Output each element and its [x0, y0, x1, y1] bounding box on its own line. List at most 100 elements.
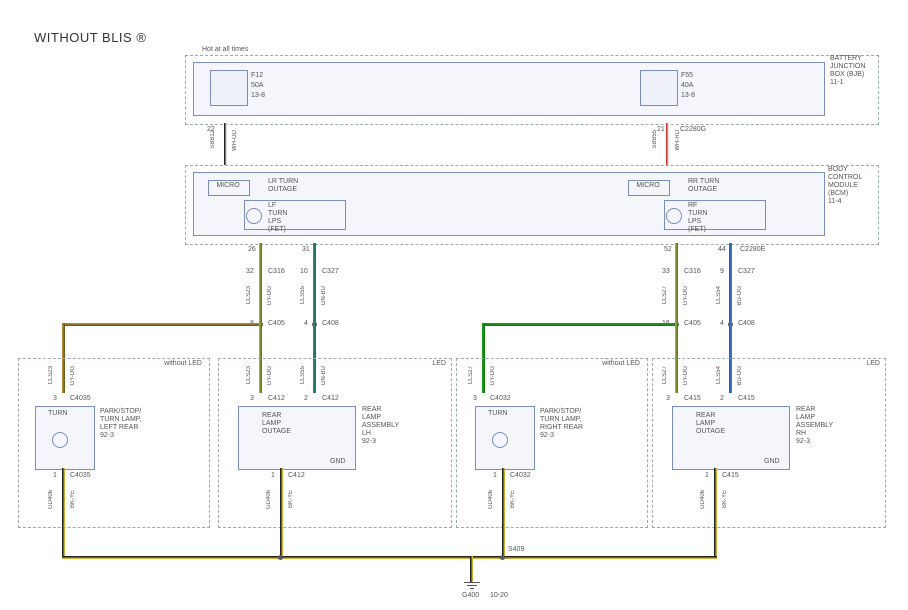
wire-sbb12 [224, 123, 227, 165]
gwire3 [502, 468, 505, 556]
b3-pin-out: 1 [493, 472, 497, 479]
b3-conn-out: C4032 [510, 472, 531, 480]
diagram-title: WITHOUT BLIS ® [34, 30, 146, 45]
z1-drop-id: CLS23 [48, 366, 54, 384]
wire-d [729, 243, 732, 319]
wire-b-pin: 10 [300, 268, 308, 275]
split-d-pin: 4 [720, 320, 724, 327]
b3-conn-in: C4032 [490, 395, 511, 403]
gwire2 [280, 468, 283, 556]
bcm-right-micro: MICRO [632, 182, 664, 190]
z1-drop-color: GY-OG [70, 366, 76, 385]
split-b-pin: 4 [304, 320, 308, 327]
b2-conn-out: C412 [288, 472, 305, 480]
lamp4-title1: REAR LAMP OUTAGE [696, 412, 725, 436]
hot-label: Hot at all times [202, 46, 248, 54]
bcm-right-fet-icon [666, 208, 682, 224]
wire-d-pin: 9 [720, 268, 724, 275]
b4-pin-out: 1 [705, 472, 709, 479]
zone2-tag: LED [410, 360, 446, 368]
wire-d-color: BU-OG [737, 286, 743, 306]
fuse-f55-ref: 13-8 [681, 92, 695, 100]
b4-conn-in-l: C415 [684, 395, 701, 403]
bcm-pin-c: 52 [664, 246, 672, 253]
b3-pin-in: 3 [473, 395, 477, 402]
bcm-right-lps: RF TURN LPS (FET) [688, 202, 707, 234]
split-d-conn: C408 [738, 320, 755, 328]
b2-conn-in-r: C412 [322, 395, 339, 403]
split-a-conn: C405 [268, 320, 285, 328]
bjb-inner [193, 62, 825, 116]
lamp4-gnd: GND [764, 458, 780, 466]
wire-a-pin: 32 [246, 268, 254, 275]
lamp4-title2: REAR LAMP ASSEMBLY RH 92-3 [796, 406, 833, 446]
wire-d-conn: C327 [738, 268, 755, 276]
gwire4 [714, 468, 717, 556]
b4-pin-in-r: 2 [720, 395, 724, 402]
gnode3 [500, 555, 505, 560]
ground-ref: 10-20 [490, 592, 508, 600]
fuse-f12-rating: 50A [251, 82, 263, 90]
z2r-drop-id: CLS55 [300, 366, 306, 384]
wire-b-id: CLS55 [300, 286, 306, 304]
z2r-drop-color: GN-BU [321, 366, 327, 385]
gnode2 [278, 555, 283, 560]
lamp2-title1: REAR LAMP OUTAGE [262, 412, 291, 436]
lamp3-turn: TURN [488, 410, 507, 418]
lamp2-title2: REAR LAMP ASSEMBLY LH 92-3 [362, 406, 399, 446]
b1-pin-in: 3 [53, 395, 57, 402]
b1-conn-in: C4035 [70, 395, 91, 403]
zone1-tag: without LED [140, 360, 202, 368]
wire-sbb55-id: SBB55 [652, 130, 658, 149]
b1-pin-out: 1 [53, 472, 57, 479]
z3-gnd-id: GD406 [488, 490, 494, 509]
z4r-drop-color: BU-OG [737, 366, 743, 386]
ground-bus [62, 556, 717, 559]
lamp1-turn-icon [52, 432, 68, 448]
gwire1 [62, 468, 65, 556]
lamp2-gnd: GND [330, 458, 346, 466]
wire-a-color: GY-OG [267, 286, 273, 305]
b1-conn-out: C4035 [70, 472, 91, 480]
z1-gnd-id: GD406 [48, 490, 54, 509]
split-b-conn: C408 [322, 320, 339, 328]
z4-gnd-id: GD406 [700, 490, 706, 509]
z4-gnd-color: BK-YE [722, 490, 728, 508]
z4r-drop-id: CLS54 [716, 366, 722, 384]
bcm-left-title: LR TURN OUTAGE [268, 178, 298, 194]
lamp1-turn: TURN [48, 410, 67, 418]
wire-c-color: GY-OG [683, 286, 689, 305]
fuse-f55-id: F55 [681, 72, 693, 80]
bjb-right-conn: C2280G [680, 126, 706, 134]
wire-b [313, 243, 316, 319]
z2-gnd-id: GD406 [266, 490, 272, 509]
splice-label: S409 [508, 546, 524, 554]
fuse-f12-id: F12 [251, 72, 263, 80]
b4-pin-in-l: 3 [666, 395, 670, 402]
wire-c-id: CLS27 [662, 286, 668, 304]
bjb-name: BATTERY JUNCTION BOX (BJB) 11-1 [830, 55, 865, 87]
wire-c-conn: C316 [684, 268, 701, 276]
bcm-left-lps: LF TURN LPS (FET) [268, 202, 287, 234]
bcm-left-micro: MICRO [212, 182, 244, 190]
z2-gnd-color: BK-YE [288, 490, 294, 508]
wire-sbb12-color: WH-OD [232, 130, 238, 151]
wire-sbb55 [666, 123, 669, 165]
z3-gnd-color: BK-YE [510, 490, 516, 508]
wire-c [675, 243, 678, 319]
wire-c-pin: 33 [662, 268, 670, 275]
bcm-pin-d: 44 [718, 246, 726, 253]
wire-a [259, 243, 262, 319]
wire-b-color: GN-BU [321, 286, 327, 305]
fuse-f55 [640, 70, 678, 106]
ground-stub [470, 556, 473, 582]
bcm-right-title: RR TURN OUTAGE [688, 178, 719, 194]
wire-sbb12-id: SBB12 [210, 130, 216, 149]
fuse-f55-rating: 40A [681, 82, 693, 90]
bcm-name: BODY CONTROL MODULE (BCM) 11-4 [828, 166, 862, 206]
wire-a-id: CLS23 [246, 286, 252, 304]
wire-d-id: CLS54 [716, 286, 722, 304]
bcm-pin-b: 31 [302, 246, 310, 253]
hwire-c-left [482, 323, 678, 326]
split-c-conn: C405 [684, 320, 701, 328]
